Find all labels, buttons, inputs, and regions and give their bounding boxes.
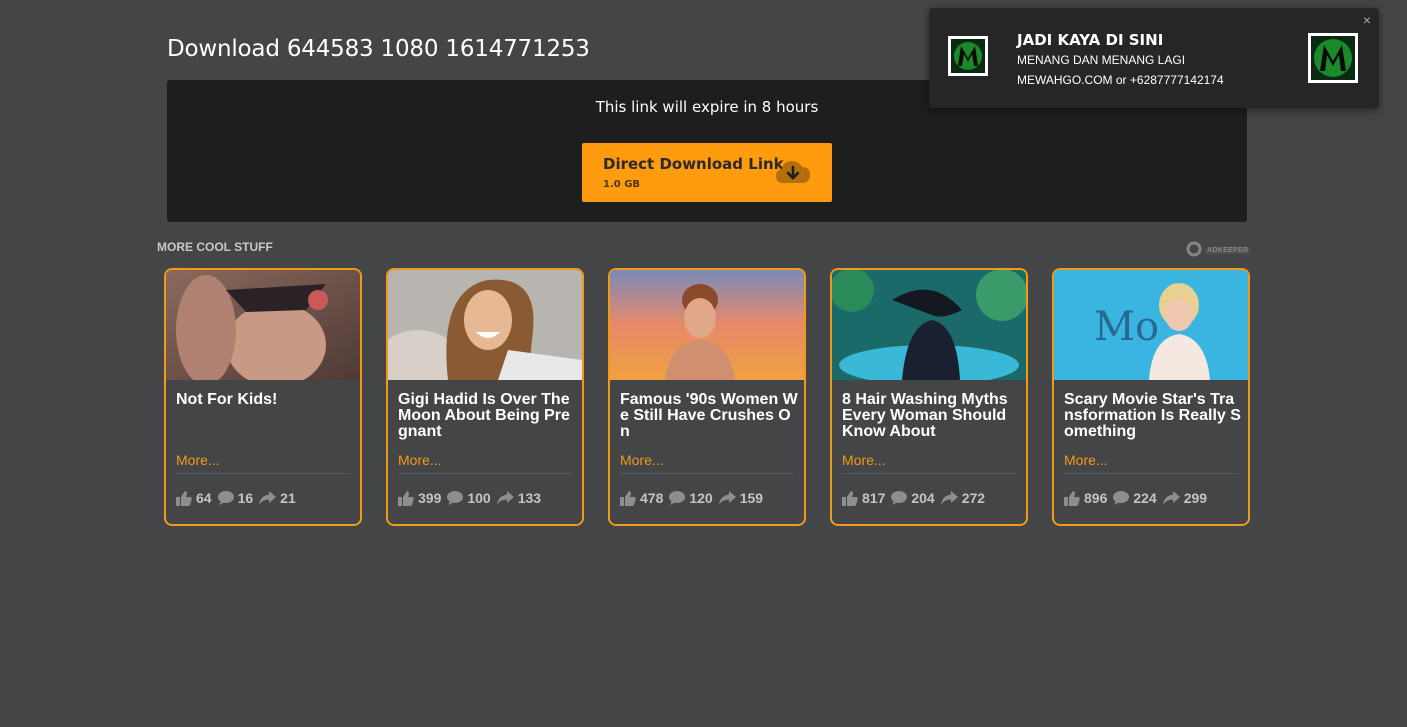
section-heading: MORE COOL STUFF [157, 240, 273, 254]
share-icon [496, 491, 514, 505]
content-card[interactable]: Famous '90s Women We Still Have Crushes … [608, 268, 806, 526]
card-divider [398, 473, 572, 474]
card-title: Gigi Hadid Is Over The Moon About Being … [398, 391, 570, 440]
close-icon[interactable]: × [1363, 12, 1371, 28]
likes-count: 817 [862, 490, 886, 506]
thumbs-up-icon [176, 490, 192, 506]
card-stats: 478 120 159 [620, 490, 769, 506]
card-more-link[interactable]: More... [1064, 452, 1108, 468]
likes-count: 896 [1084, 490, 1108, 506]
card-thumbnail [166, 270, 360, 380]
thumbs-up-icon [620, 490, 636, 506]
comment-icon [217, 491, 234, 505]
card-more-link[interactable]: More... [842, 452, 886, 468]
notification-title: JADI KAYA DI SINI [1017, 31, 1164, 49]
likes-count: 64 [196, 490, 212, 506]
comments-count: 120 [689, 490, 713, 506]
card-thumbnail [388, 270, 582, 380]
share-icon [718, 491, 736, 505]
share-icon [940, 491, 958, 505]
comments-count: 224 [1133, 490, 1157, 506]
notification-contact: MEWAHGO.COM or +6287777142174 [1017, 73, 1224, 87]
content-card[interactable]: Not For Kids! More... 64 16 21 [164, 268, 362, 526]
card-divider [842, 473, 1016, 474]
card-stats: 817 204 272 [842, 490, 991, 506]
comments-count: 16 [237, 490, 254, 506]
comments-count: 100 [467, 490, 491, 506]
card-title: 8 Hair Washing Myths Every Woman Should … [842, 391, 1008, 440]
svg-text:Mo: Mo [1094, 304, 1159, 350]
shares-count: 133 [517, 490, 542, 506]
card-stats: 896 224 299 [1064, 490, 1213, 506]
push-notification[interactable]: × JADI KAYA DI SINI MENANG DAN MENANG LA… [929, 8, 1379, 108]
share-icon [259, 491, 277, 505]
adkeeper-label: ADKEEPER [1205, 247, 1251, 254]
thumbs-up-icon [1064, 490, 1080, 506]
page-title: Download 644583 1080 1614771253 [167, 36, 590, 62]
direct-download-button[interactable]: Direct Download Link 1.0 GB [582, 143, 832, 202]
card-divider [1064, 473, 1238, 474]
card-title: Not For Kids! [176, 391, 278, 408]
shares-count: 299 [1183, 490, 1208, 506]
comment-icon [891, 491, 908, 505]
key-icon [1186, 241, 1202, 257]
content-card[interactable]: 8 Hair Washing Myths Every Woman Should … [830, 268, 1028, 526]
likes-count: 399 [418, 490, 442, 506]
file-size: 1.0 GB [603, 179, 641, 190]
card-stats: 399 100 133 [398, 490, 547, 506]
brand-logo-large-icon [1308, 33, 1358, 83]
comment-icon [669, 491, 686, 505]
shares-count: 272 [961, 490, 986, 506]
comments-count: 204 [911, 490, 935, 506]
card-more-link[interactable]: More... [398, 452, 442, 468]
likes-count: 478 [640, 490, 664, 506]
shares-count: 21 [280, 490, 296, 506]
card-title: Scary Movie Star's Transformation Is Rea… [1064, 391, 1241, 440]
card-more-link[interactable]: More... [620, 452, 664, 468]
card-title: Famous '90s Women We Still Have Crushes … [620, 391, 798, 440]
comment-icon [447, 491, 464, 505]
thumbs-up-icon [398, 490, 414, 506]
thumbs-up-icon [842, 490, 858, 506]
brand-logo-icon [948, 36, 988, 76]
comment-icon [1113, 491, 1130, 505]
card-divider [176, 473, 350, 474]
share-icon [1162, 491, 1180, 505]
content-card[interactable]: Gigi Hadid Is Over The Moon About Being … [386, 268, 584, 526]
download-button-label: Direct Download Link [603, 155, 784, 173]
notification-subtitle: MENANG DAN MENANG LAGI [1017, 53, 1186, 67]
adkeeper-badge[interactable]: ADKEEPER [1186, 241, 1258, 259]
shares-count: 159 [739, 490, 764, 506]
card-more-link[interactable]: More... [176, 452, 220, 468]
card-stats: 64 16 21 [176, 490, 302, 506]
card-thumbnail [610, 270, 804, 380]
content-card[interactable]: Mo Scary Movie Star's Transformation Is … [1052, 268, 1250, 526]
card-thumbnail: Mo [1054, 270, 1248, 380]
card-thumbnail [832, 270, 1026, 380]
cloud-download-icon [776, 161, 810, 183]
card-divider [620, 473, 794, 474]
